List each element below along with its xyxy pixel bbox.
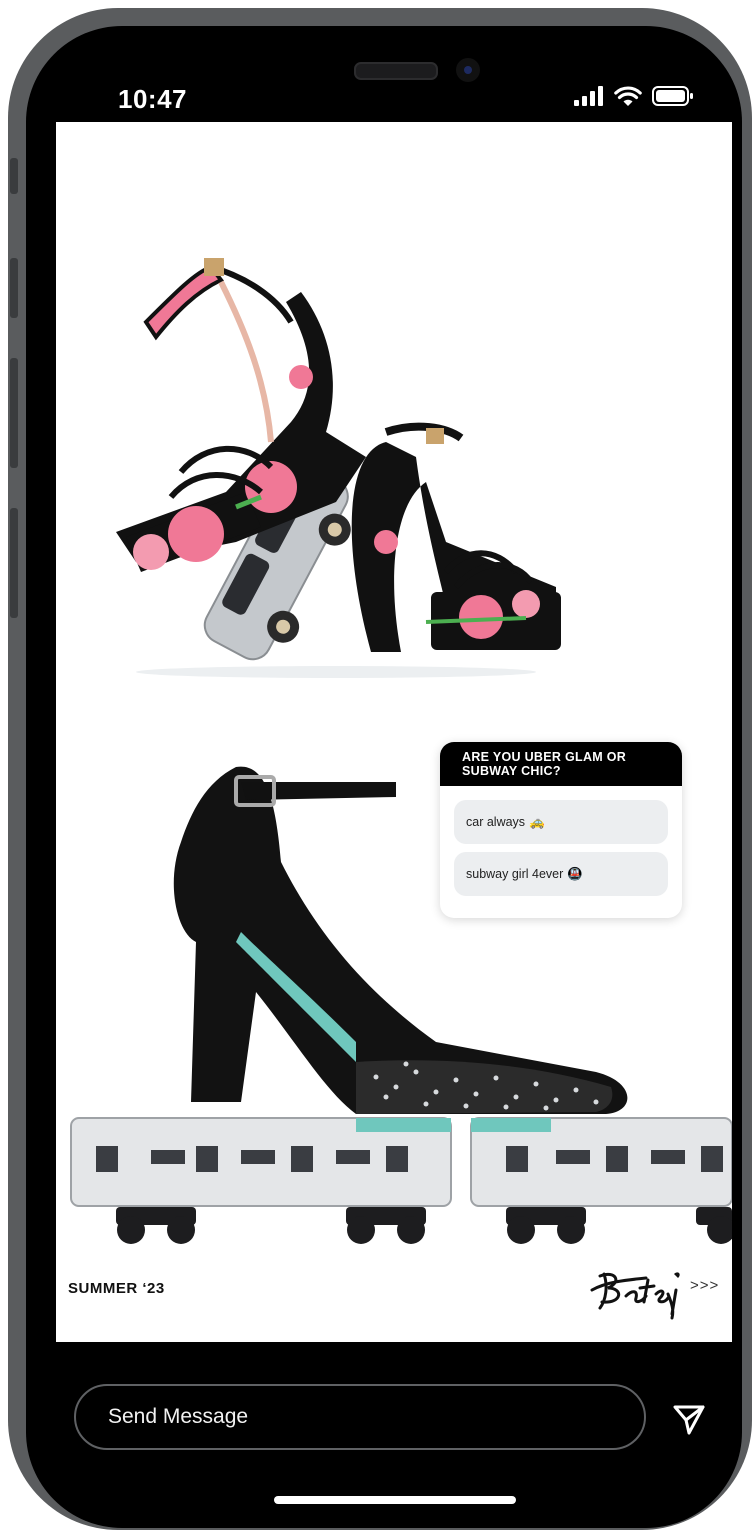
poll-option-label: car always bbox=[466, 815, 526, 829]
status-bar: 10:47 bbox=[26, 26, 742, 122]
mute-switch bbox=[10, 158, 18, 194]
status-icons bbox=[574, 86, 694, 106]
phone-frame: 10:47 ARE YOU UBER GLAM OR SUBWAY CHIC? … bbox=[8, 8, 752, 1530]
betsey-logo bbox=[590, 1272, 680, 1320]
story-content[interactable]: ARE YOU UBER GLAM OR SUBWAY CHIC? car al… bbox=[56, 122, 732, 1342]
status-time: 10:47 bbox=[118, 84, 187, 114]
front-camera bbox=[456, 58, 480, 82]
earpiece-speaker bbox=[354, 62, 438, 80]
poll-option-car[interactable]: car always 🚕 bbox=[454, 800, 668, 844]
story-caption: SUMMER ‘23 bbox=[68, 1280, 165, 1297]
poll-sticker: ARE YOU UBER GLAM OR SUBWAY CHIC? car al… bbox=[440, 742, 682, 918]
wifi-icon bbox=[614, 86, 642, 106]
taxi-emoji-icon: 🚕 bbox=[529, 814, 545, 829]
subway-emoji-icon: 🚇 bbox=[567, 866, 583, 881]
poll-option-label: subway girl 4ever bbox=[466, 867, 564, 881]
send-icon[interactable] bbox=[672, 1402, 706, 1436]
send-message-input[interactable]: Send Message bbox=[74, 1384, 646, 1450]
volume-down-button bbox=[10, 358, 18, 468]
next-chevrons-icon[interactable]: >>> bbox=[690, 1277, 719, 1294]
battery-icon bbox=[652, 86, 693, 106]
send-message-placeholder: Send Message bbox=[108, 1405, 249, 1428]
poll-option-subway[interactable]: subway girl 4ever 🚇 bbox=[454, 852, 668, 896]
phone-screen: 10:47 ARE YOU UBER GLAM OR SUBWAY CHIC? … bbox=[26, 26, 742, 1528]
poll-question: ARE YOU UBER GLAM OR SUBWAY CHIC? bbox=[440, 742, 682, 786]
floral-platform-sandals-image bbox=[116, 258, 561, 678]
home-indicator[interactable] bbox=[274, 1496, 516, 1504]
signal-icon bbox=[574, 86, 603, 106]
volume-button bbox=[10, 508, 18, 618]
volume-up-button bbox=[10, 258, 18, 318]
